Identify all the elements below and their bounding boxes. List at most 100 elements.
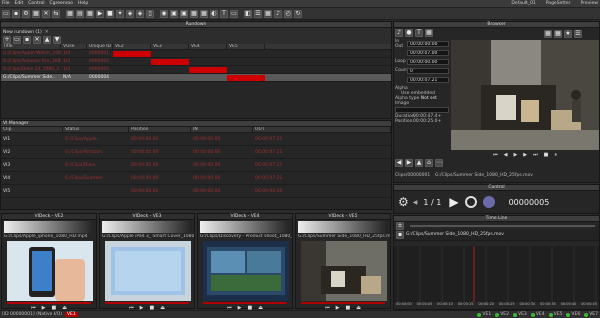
col-ve5[interactable]: VE5 — [227, 44, 265, 49]
menu-control[interactable]: Control — [28, 1, 44, 6]
swap-icon[interactable]: ⇆ — [52, 9, 60, 18]
layout-preview[interactable]: Preview — [580, 1, 598, 6]
col-ve2[interactable]: VE2 — [113, 44, 151, 49]
deck-preview[interactable] — [105, 241, 191, 301]
prop-field[interactable]: 00:00:00.00 — [407, 58, 449, 65]
pause-icon[interactable]: ⏸ — [554, 152, 557, 158]
col-clip[interactable]: Clip — [1, 127, 63, 132]
text-icon[interactable]: T — [220, 9, 228, 18]
table-row[interactable]: G:/Clips/Summer Side.. N/A 0000004 — [1, 74, 391, 82]
play-icon[interactable]: ▶ — [513, 152, 517, 158]
grid-icon[interactable]: ▦ — [32, 9, 40, 18]
list-icon[interactable]: ☰ — [574, 30, 582, 38]
col-out[interactable]: OUT — [253, 127, 391, 132]
list-icon[interactable]: ☰ — [254, 9, 262, 18]
deck-progress[interactable] — [7, 302, 91, 304]
audio-icon[interactable]: ♪ — [395, 29, 403, 37]
gear-icon[interactable]: ⚙ — [398, 195, 409, 209]
tag-icon[interactable]: ◈ — [126, 9, 134, 18]
camera-icon[interactable]: ◉ — [160, 9, 168, 18]
col-status[interactable]: Status — [63, 127, 129, 132]
color-icon[interactable]: ● — [405, 29, 413, 37]
prop-field[interactable]: 00:00:00:00 — [407, 40, 449, 47]
arrow-left-icon[interactable]: ◀ — [395, 159, 403, 167]
clock-icon[interactable]: ◴ — [284, 9, 292, 18]
delete-icon[interactable]: ✕ — [33, 36, 41, 44]
table-row[interactable]: VI3 G:/Clips/Dixie.. 00:00:00.00 00:00:00.0… — [1, 159, 391, 172]
arrow-down-icon[interactable]: ▼ — [53, 36, 61, 44]
rundown-cell-ve[interactable] — [151, 50, 189, 58]
rundown-cell-ve[interactable] — [227, 50, 265, 58]
star-icon[interactable]: ★ — [564, 30, 572, 38]
doc-icon[interactable]: ▯ — [146, 9, 154, 18]
rundown-cell-ve[interactable] — [113, 66, 151, 74]
timeline-tracks[interactable] — [394, 246, 599, 302]
table-row[interactable]: VI1 G:/Clips/Apple.. 00:00:00.00 00:00:00.0… — [1, 133, 391, 146]
menu-file[interactable]: File — [2, 1, 10, 6]
grid-icon[interactable]: ▦ — [200, 9, 208, 18]
zoom-icon[interactable]: ± — [396, 221, 404, 230]
home-icon[interactable]: ⌂ — [425, 159, 433, 167]
arrow-up-icon[interactable]: ▲ — [415, 159, 423, 167]
play-icon[interactable]: ▶ — [449, 195, 458, 209]
zoom-slider[interactable] — [410, 224, 595, 227]
rundown-cell-ve[interactable] — [113, 58, 151, 66]
stop-icon[interactable] — [464, 196, 477, 208]
web-icon[interactable] — [482, 196, 495, 208]
gear-icon[interactable]: ⚙ — [22, 9, 30, 18]
rundown-cell-ve[interactable] — [227, 74, 265, 82]
rundown-cell-ve[interactable] — [189, 50, 227, 58]
layout-icon[interactable]: ▣ — [170, 9, 178, 18]
rundown-cell-ve[interactable] — [113, 74, 151, 82]
layout-pagesetter[interactable]: PageSetter — [546, 1, 571, 6]
menu-edit[interactable]: Edit — [15, 1, 24, 6]
col-in[interactable]: IN — [191, 127, 253, 132]
rundown-cell-ve[interactable] — [189, 58, 227, 66]
play-icon[interactable]: ▶ — [96, 9, 104, 18]
deck-preview[interactable] — [203, 241, 289, 301]
browser-preview[interactable] — [451, 40, 599, 150]
add-icon[interactable]: + — [3, 36, 11, 44]
grid-icon[interactable]: ▦ — [190, 9, 198, 18]
arrow-up-icon[interactable]: ▲ — [43, 36, 51, 44]
more-icon[interactable]: ⋯ — [435, 159, 443, 167]
rundown-cell-ve[interactable] — [227, 58, 265, 66]
folder-icon[interactable]: ▭ — [13, 36, 21, 44]
step-forward-icon[interactable]: ▶ — [523, 152, 527, 158]
grid-icon[interactable]: ▦ — [544, 30, 552, 38]
rundown-cell-ve[interactable] — [113, 50, 151, 58]
rundown-cell-ve[interactable] — [189, 66, 227, 74]
close-icon[interactable]: ✕ — [45, 30, 49, 35]
col-ve3[interactable]: VE3 — [151, 44, 189, 49]
menu-cgreenroo[interactable]: Cgreenroo — [50, 1, 73, 6]
tag-icon[interactable]: ◈ — [136, 9, 144, 18]
grid-icon[interactable]: ▦ — [554, 30, 562, 38]
rundown-cell-ve[interactable] — [189, 74, 227, 82]
deck-preview[interactable] — [301, 241, 387, 301]
step-back-icon[interactable]: ◀ — [504, 152, 508, 158]
grid-icon[interactable]: ▦ — [264, 9, 272, 18]
rundown-cell-ve[interactable] — [151, 74, 189, 82]
alpha-type-value[interactable]: Not set — [421, 96, 437, 101]
skip-back-icon[interactable]: ⏮ — [493, 152, 498, 158]
col-vuse[interactable]: VUse — [61, 44, 87, 49]
stop-icon[interactable]: ■ — [106, 9, 114, 18]
col-ve4[interactable]: VE4 — [189, 44, 227, 49]
menu-help[interactable]: Help — [78, 1, 88, 6]
layout-default[interactable]: Default_01 — [511, 1, 535, 6]
prop-field[interactable]: 00:00:07.00 — [407, 49, 449, 56]
col-title[interactable]: Title — [1, 44, 61, 49]
film-icon[interactable]: ▦ — [425, 29, 433, 37]
stop-icon[interactable]: ■ — [544, 152, 549, 158]
save-icon[interactable]: ▪ — [23, 36, 31, 44]
loop-icon[interactable]: ↻ — [294, 9, 302, 18]
folder-icon[interactable]: ▭ — [2, 9, 10, 18]
grid-icon[interactable]: ▦ — [86, 9, 94, 18]
rundown-cell-ve[interactable] — [151, 58, 189, 66]
prop-field[interactable]: 0 — [407, 67, 449, 74]
deck-preview[interactable] — [7, 241, 93, 301]
col-uid[interactable]: Unique ID — [87, 44, 113, 49]
rundown-tab[interactable]: New rundown (1) — [3, 30, 42, 35]
table-row[interactable]: VI2 G:/Clips/Amazon.. 00:00:00.00 00:00:00.… — [1, 146, 391, 159]
film-icon[interactable]: ▤ — [76, 9, 84, 18]
